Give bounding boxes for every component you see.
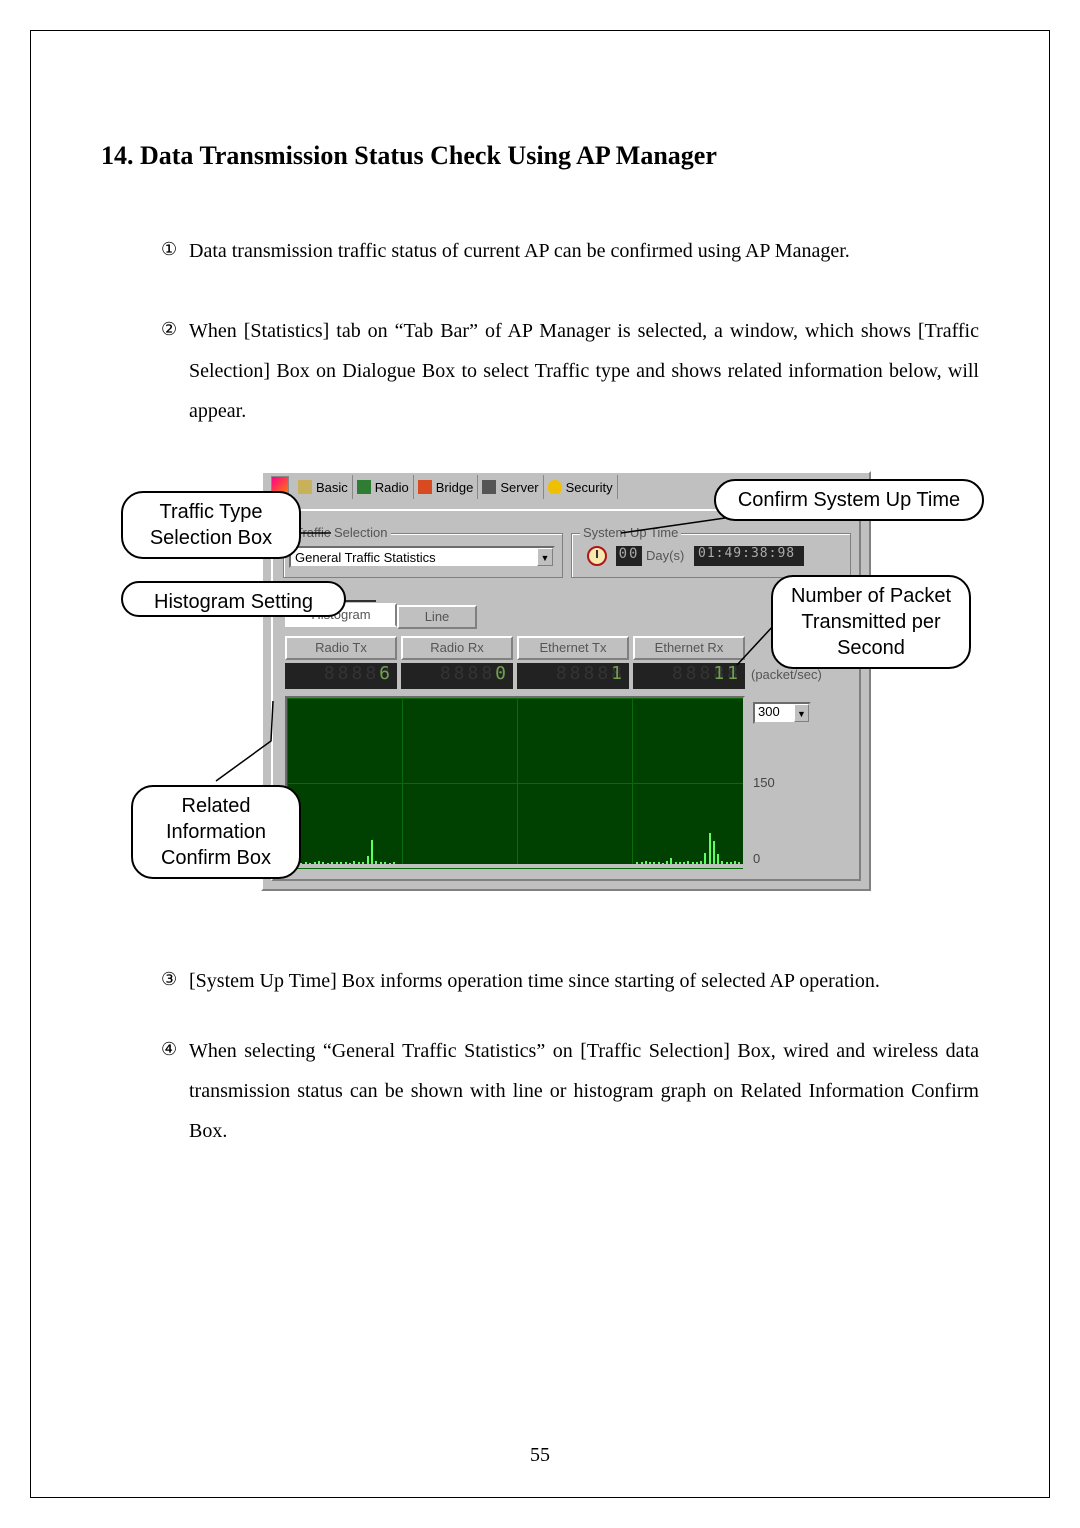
groupbox-title: System Up Time [580,525,681,540]
clock-icon [587,546,607,566]
tab-label: Server [500,480,538,495]
marker-1: ① [161,231,189,271]
item-1-text: Data transmission traffic status of curr… [189,231,979,271]
tab-label: Radio [375,480,409,495]
tab-radio[interactable]: Radio [353,475,414,499]
list-item: ③ [System Up Time] Box informs operation… [161,961,979,1001]
uptime-days-lcd: 00 [616,546,642,566]
counter-radio-rx: 0 [401,663,513,689]
item-3-text: [System Up Time] Box informs operation t… [189,961,979,1001]
list-item: ① Data transmission traffic status of cu… [161,231,979,271]
ap-manager-window: Basic Radio Bridge Server Security Traff… [261,471,871,891]
list-item: ④ When selecting “General Traffic Statis… [161,1031,979,1151]
uptime-time-lcd: 01:49:38:98 [694,546,804,566]
tab-security[interactable]: Security [544,475,618,499]
tab-label: Security [566,480,613,495]
item-4-text: When selecting “General Traffic Statisti… [189,1031,979,1151]
tab-label: Basic [316,480,348,495]
system-up-time-box: System Up Time 00 Day(s) 01:49:38:98 [571,533,851,578]
column-radio-tx[interactable]: Radio Tx [285,636,397,660]
page-number: 55 [31,1444,1049,1467]
tick-zero: 0 [753,851,760,866]
traffic-selection-box: Traffic Selection General Traffic Statis… [283,533,563,578]
marker-4: ④ [161,1031,189,1151]
server-icon [482,480,496,494]
bridge-icon [418,480,432,494]
tab-bridge[interactable]: Bridge [414,475,479,499]
section-heading: 14. Data Transmission Status Check Using… [101,141,979,171]
column-radio-rx[interactable]: Radio Rx [401,636,513,660]
tab-basic[interactable]: Basic [294,475,353,499]
related-information-confirm-box [285,696,745,866]
tab-server[interactable]: Server [478,475,543,499]
counter-ethernet-rx: 11 [633,663,745,689]
tab-label: Bridge [436,480,474,495]
line-tab[interactable]: Line [397,605,477,629]
basic-icon [298,480,312,494]
scale-value: 300 [758,704,780,719]
list-item: ② When [Statistics] tab on “Tab Bar” of … [161,311,979,431]
chevron-down-icon: ▼ [794,704,809,722]
column-ethernet-rx[interactable]: Ethernet Rx [633,636,745,660]
dropdown-value: General Traffic Statistics [295,550,436,565]
security-icon [548,480,562,494]
column-ethernet-tx[interactable]: Ethernet Tx [517,636,629,660]
unit-label: (packet/sec) [751,667,822,682]
callout-histogram-setting: Histogram Setting [121,581,346,617]
counter-ethernet-tx: 1 [517,663,629,689]
callout-system-up-time: Confirm System Up Time [714,479,984,521]
scale-dropdown[interactable]: 300 ▼ [753,702,811,724]
embedded-screenshot: Traffic Type Selection Box Histogram Set… [101,471,981,911]
item-2-text: When [Statistics] tab on “Tab Bar” of AP… [189,311,979,431]
traffic-selection-dropdown[interactable]: General Traffic Statistics ▼ [289,546,555,568]
radio-icon [357,480,371,494]
chevron-down-icon: ▼ [537,548,553,566]
callout-traffic-selection: Traffic Type Selection Box [121,491,301,559]
counter-radio-tx: 6 [285,663,397,689]
uptime-days-label: Day(s) [646,548,684,563]
groupbox-title: Traffic Selection [292,525,391,540]
callout-related-info: Related Information Confirm Box [131,785,301,879]
statistics-panel: Traffic Selection General Traffic Statis… [271,509,861,881]
marker-3: ③ [161,961,189,1001]
marker-2: ② [161,311,189,431]
callout-packet-per-second: Number of Packet Transmitted per Second [771,575,971,669]
tick-mid: 150 [753,775,775,790]
